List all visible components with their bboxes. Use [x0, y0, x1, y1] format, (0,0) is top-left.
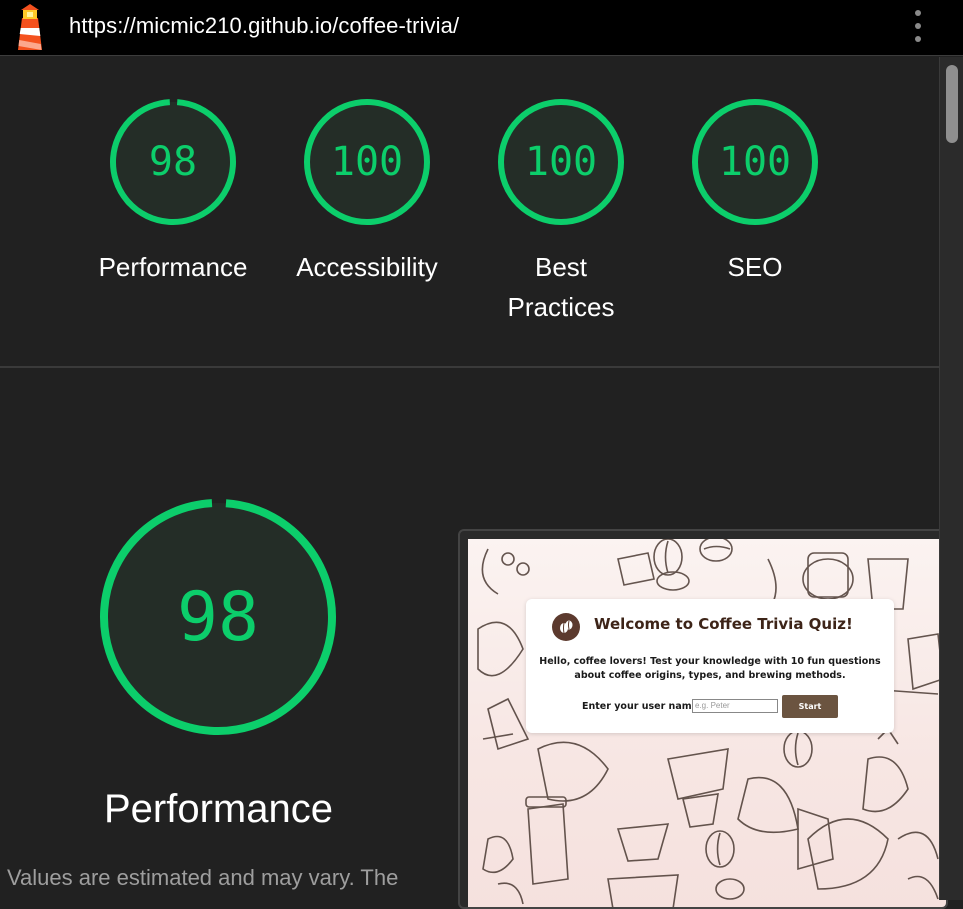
accessibility-gauge[interactable]: 100 — [302, 97, 432, 227]
coffee-bean-icon — [552, 613, 580, 641]
welcome-body: Hello, coffee lovers! Test your knowledg… — [539, 656, 881, 681]
scrollbar-thumb[interactable] — [946, 65, 958, 143]
gauge-score: 100 — [330, 139, 404, 185]
start-button: Start — [782, 695, 838, 718]
gauge-label-performance: Performance — [98, 252, 248, 282]
gauge-label-accessibility: Accessibility — [296, 252, 438, 282]
section-divider — [0, 366, 939, 368]
lighthouse-icon — [12, 2, 48, 57]
performance-score: 98 — [177, 577, 259, 657]
username-label: Enter your user name — [582, 701, 699, 712]
gauge-label-best-practices: Best Practices — [507, 252, 615, 322]
username-input: e.g. Peter — [692, 699, 778, 713]
performance-description: Values are estimated and may vary. The — [7, 865, 399, 890]
top-bar: https://micmic210.github.io/coffee-trivi… — [0, 0, 963, 56]
performance-gauge[interactable]: 98 — [108, 97, 238, 227]
performance-main-gauge: 98 — [98, 497, 338, 737]
more-vertical-icon[interactable] — [908, 8, 928, 44]
screenshot-image: Welcome to Coffee Trivia Quiz! Hello, co… — [468, 539, 946, 907]
scrollbar[interactable] — [939, 57, 963, 900]
seo-gauge[interactable]: 100 — [690, 97, 820, 227]
performance-title: Performance — [104, 787, 333, 831]
welcome-card: Welcome to Coffee Trivia Quiz! Hello, co… — [526, 599, 894, 733]
gauge-score: 100 — [718, 139, 792, 185]
welcome-title: Welcome to Coffee Trivia Quiz! — [594, 615, 853, 633]
gauge-score: 100 — [524, 139, 598, 185]
best-practices-gauge[interactable]: 100 — [496, 97, 626, 227]
final-screenshot[interactable]: Welcome to Coffee Trivia Quiz! Hello, co… — [458, 529, 948, 909]
username-form: Enter your user name e.g. Peter Start — [582, 695, 882, 719]
gauge-label-seo: SEO — [727, 252, 783, 282]
gauge-score: 98 — [148, 139, 198, 185]
report-content: 98 Performance 100 Accessibility 100 Bes… — [0, 57, 948, 909]
page-url[interactable]: https://micmic210.github.io/coffee-trivi… — [69, 13, 459, 39]
